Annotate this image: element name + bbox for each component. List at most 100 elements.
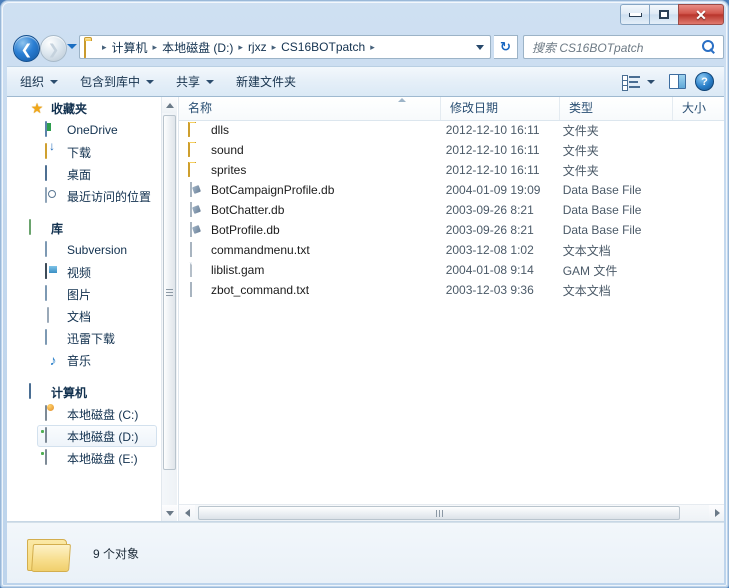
refresh-button[interactable]: ↻ <box>494 35 518 59</box>
column-header-name[interactable]: 名称 <box>179 97 441 120</box>
library-icon <box>29 219 45 236</box>
sidebar-item-drive-d[interactable]: 本地磁盘 (D:) <box>37 425 157 447</box>
chevron-up-icon <box>165 102 174 108</box>
sidebar-item-label: 视频 <box>67 265 92 280</box>
file-name-cell[interactable]: BotCampaignProfile.db <box>179 182 446 198</box>
file-date-cell: 2012-12-10 16:11 <box>445 123 540 137</box>
file-name-label: BotProfile.db <box>211 223 280 237</box>
new-folder-label: 新建文件夹 <box>236 75 297 89</box>
breadcrumb-computer[interactable]: 计算机 <box>109 39 151 56</box>
sidebar-item-videos[interactable]: 视频 <box>41 261 157 283</box>
breadcrumb-drive-d[interactable]: 本地磁盘 (D:) <box>159 39 236 56</box>
include-in-library-label: 包含到库中 <box>80 75 141 89</box>
sidebar-item-thunder-download[interactable]: 迅雷下载 <box>41 327 157 349</box>
sidebar-item-drive-c[interactable]: 本地磁盘 (C:) <box>41 403 157 425</box>
breadcrumb-separator[interactable]: ▸ <box>368 42 377 52</box>
table-row[interactable]: liblist.gam 2004-01-08 9:14 GAM 文件 <box>179 260 724 280</box>
sidebar-item-label: 本地磁盘 (E:) <box>67 451 138 466</box>
table-row[interactable]: sound 2012-12-10 16:11 文件夹 <box>179 140 724 160</box>
file-name-cell[interactable]: dlls <box>179 122 446 138</box>
column-header-type[interactable]: 类型 <box>560 97 673 120</box>
file-date-cell: 2003-12-03 9:36 <box>445 283 534 297</box>
sidebar-item-recent-places[interactable]: 最近访问的位置 <box>41 185 157 207</box>
file-name-cell[interactable]: BotChatter.db <box>179 202 446 218</box>
sidebar-item-pictures[interactable]: 图片 <box>41 283 157 305</box>
sidebar-item-subversion[interactable]: Subversion <box>41 239 157 261</box>
file-name-cell[interactable]: commandmenu.txt <box>179 242 446 258</box>
maximize-icon <box>659 10 669 19</box>
table-row[interactable]: zbot_command.txt 2003-12-03 9:36 文本文档 <box>179 280 724 300</box>
views-chevron-down-icon[interactable] <box>647 79 655 84</box>
file-date-cell: 2003-09-26 8:21 <box>445 203 534 217</box>
folder-icon <box>25 533 71 573</box>
new-folder-button[interactable]: 新建文件夹 <box>227 70 305 93</box>
sidebar-group-favorites-label: 收藏夹 <box>51 101 88 116</box>
scroll-up-button[interactable] <box>162 97 177 113</box>
column-header-date-label: 修改日期 <box>450 101 499 115</box>
table-row[interactable]: commandmenu.txt 2003-12-08 1:02 文本文档 <box>179 240 724 260</box>
database-file-icon <box>188 202 204 218</box>
file-name-cell[interactable]: sprites <box>179 162 446 178</box>
column-header-size[interactable]: 大小 <box>673 97 724 120</box>
file-date-cell: 2004-01-09 19:09 <box>445 183 541 197</box>
search-box[interactable]: 搜索 CS16BOTpatch <box>523 35 724 59</box>
sidebar-group-libraries[interactable]: 库 <box>7 217 161 239</box>
scroll-down-button[interactable] <box>162 505 177 521</box>
file-name-cell[interactable]: sound <box>179 142 446 158</box>
forward-button[interactable]: ❯ <box>40 35 67 62</box>
sidebar-item-onedrive[interactable]: OneDrive <box>41 119 157 141</box>
sidebar-item-label: 音乐 <box>67 353 92 368</box>
sidebar-item-documents[interactable]: 文档 <box>41 305 157 327</box>
close-button[interactable]: ✕ <box>678 4 724 25</box>
sidebar-group-computer[interactable]: 计算机 <box>7 381 161 403</box>
scroll-right-button[interactable] <box>709 505 724 521</box>
address-dropdown-icon[interactable] <box>476 44 484 50</box>
search-input[interactable]: 搜索 CS16BOTpatch <box>524 39 702 56</box>
table-row[interactable]: BotCampaignProfile.db 2004-01-09 19:09 D… <box>179 180 724 200</box>
file-name-cell[interactable]: liblist.gam <box>179 262 446 278</box>
refresh-icon: ↻ <box>500 39 511 54</box>
back-button[interactable]: ❮ <box>13 35 40 62</box>
file-name-cell[interactable]: zbot_command.txt <box>179 282 446 298</box>
sidebar-group-favorites[interactable]: ★ 收藏夹 <box>7 97 161 119</box>
include-in-library-button[interactable]: 包含到库中 <box>71 70 163 93</box>
chevron-down-icon <box>165 510 174 516</box>
list-view-icon[interactable] <box>622 74 640 91</box>
sidebar-item-music[interactable]: ♪ 音乐 <box>41 349 157 371</box>
sidebar-item-desktop[interactable]: 桌面 <box>41 163 157 185</box>
help-icon[interactable]: ? <box>695 72 714 91</box>
scrollbar-thumb[interactable] <box>163 115 176 470</box>
scrollbar-thumb[interactable] <box>198 506 680 520</box>
navigation-pane-scrollbar[interactable] <box>161 97 177 521</box>
sidebar-item-downloads[interactable]: 下载 <box>41 141 157 163</box>
table-row[interactable]: BotChatter.db 2003-09-26 8:21 Data Base … <box>179 200 724 220</box>
minimize-button[interactable] <box>620 4 649 25</box>
file-name-label: sound <box>211 143 244 157</box>
pictures-icon <box>45 285 61 302</box>
table-row[interactable]: BotProfile.db 2003-09-26 8:21 Data Base … <box>179 220 724 240</box>
organize-button[interactable]: 组织 <box>11 70 67 93</box>
organize-label: 组织 <box>20 75 45 89</box>
breadcrumb-separator[interactable]: ▸ <box>270 42 279 52</box>
preview-pane-icon[interactable] <box>669 74 686 89</box>
table-row[interactable]: dlls 2012-12-10 16:11 文件夹 <box>179 120 724 140</box>
file-date-cell: 2004-01-08 9:14 <box>445 263 534 277</box>
file-name-cell[interactable]: BotProfile.db <box>179 222 446 238</box>
maximize-button[interactable] <box>649 4 678 25</box>
sidebar-item-drive-e[interactable]: 本地磁盘 (E:) <box>41 447 157 469</box>
column-header-date-modified[interactable]: 修改日期 <box>441 97 560 120</box>
column-header-name-label: 名称 <box>188 101 213 115</box>
file-type-cell: Data Base File <box>562 223 642 237</box>
sidebar-item-label: 下载 <box>67 145 92 160</box>
share-button[interactable]: 共享 <box>167 70 223 93</box>
address-bar[interactable]: ▸ 计算机 ▸ 本地磁盘 (D:) ▸ rjxz ▸ CS16BOTpatch … <box>79 35 491 59</box>
file-list-horizontal-scrollbar[interactable] <box>179 504 724 521</box>
breadcrumb-separator[interactable]: ▸ <box>236 42 245 52</box>
scroll-left-button[interactable] <box>179 505 195 521</box>
table-row[interactable]: sprites 2012-12-10 16:11 文件夹 <box>179 160 724 180</box>
breadcrumb-rjxz[interactable]: rjxz <box>245 40 270 54</box>
recent-locations-dropdown[interactable] <box>67 44 77 49</box>
breadcrumb-cs16botpatch[interactable]: CS16BOTpatch <box>278 40 368 54</box>
music-icon: ♪ <box>49 352 57 368</box>
breadcrumb-separator[interactable]: ▸ <box>151 42 160 52</box>
